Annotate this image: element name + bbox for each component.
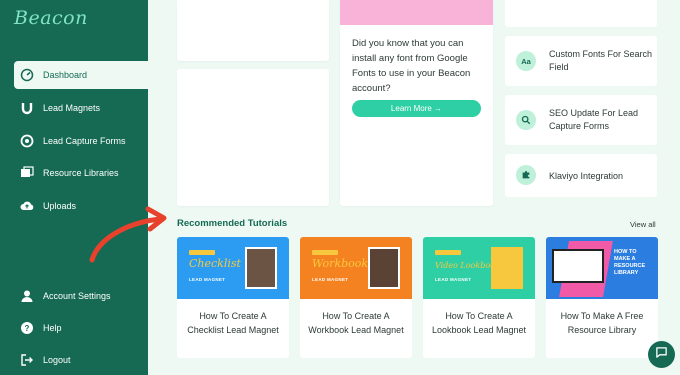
thumbnail-title: HOW TO MAKE A RESOURCE LIBRARY (614, 249, 646, 276)
chat-button[interactable] (648, 341, 675, 368)
update-card[interactable]: Klaviyo Integration (505, 154, 657, 197)
learn-more-button[interactable]: Learn More → (352, 100, 481, 117)
form-icon (20, 134, 34, 148)
chat-icon (655, 346, 668, 364)
thumbnail-monitor (552, 249, 604, 283)
tutorial-title: How To Make A Free Resource Library (560, 311, 644, 335)
sidebar-item-label: Dashboard (43, 70, 88, 80)
red-arrow-annotation (89, 206, 167, 263)
thumbnail-tag (312, 250, 338, 255)
tutorial-card[interactable]: Video Lookbook LEAD MAGNET How To Create… (423, 237, 535, 358)
thumbnail-tag (189, 250, 215, 255)
help-icon: ? (20, 321, 34, 335)
tutorial-card[interactable]: Checklist LEAD MAGNET How To Create A Ch… (177, 237, 289, 358)
tutorial-title: How To Create A Workbook Lead Magnet (308, 311, 404, 335)
tip-banner (340, 0, 493, 25)
tutorial-title: How To Create A Checklist Lead Magnet (187, 311, 279, 335)
tutorial-thumbnail: HOW TO MAKE A RESOURCE LIBRARY (546, 237, 658, 299)
svg-text:?: ? (25, 324, 30, 333)
sidebar-item-label: Logout (43, 355, 71, 365)
magnet-icon (20, 101, 34, 115)
logout-icon (20, 353, 34, 367)
sidebar-item-label: Resource Libraries (43, 168, 119, 178)
view-all-link[interactable]: View all (630, 220, 656, 229)
tip-text: Did you know that you can install any fo… (352, 38, 471, 94)
puzzle-icon (516, 165, 536, 185)
user-icon (20, 289, 34, 303)
update-label: Custom Fonts For Search Field (549, 49, 653, 72)
thumbnail-subtitle: LEAD MAGNET (435, 277, 472, 282)
sidebar-item-logout[interactable]: Logout (14, 346, 148, 374)
sidebar: Beacon Dashboard Lead Magnets Lead Captu… (0, 0, 148, 375)
update-card[interactable]: SEO Update For Lead Capture Forms (505, 95, 657, 145)
sidebar-item-label: Account Settings (43, 291, 111, 301)
thumbnail-subtitle: LEAD MAGNET (312, 277, 349, 282)
sidebar-item-lead-magnets[interactable]: Lead Magnets (14, 94, 148, 122)
app-logo[interactable]: Beacon (14, 7, 88, 29)
stat-card (177, 69, 329, 206)
stat-card (177, 0, 329, 61)
thumbnail-photo (245, 247, 277, 289)
update-card (505, 0, 657, 27)
sidebar-item-help[interactable]: ? Help (14, 314, 148, 342)
update-label: SEO Update For Lead Capture Forms (549, 108, 639, 131)
tutorial-thumbnail: Checklist LEAD MAGNET (177, 237, 289, 299)
thumbnail-title: Workbook (312, 257, 369, 270)
sidebar-item-dashboard[interactable]: Dashboard (14, 61, 148, 89)
thumbnail-photo (368, 247, 400, 289)
search-icon (516, 110, 536, 130)
thumbnail-title: Checklist (189, 257, 241, 270)
thumbnail-book (491, 247, 523, 289)
sidebar-item-lead-capture-forms[interactable]: Lead Capture Forms (14, 127, 148, 155)
thumbnail-tag (435, 250, 461, 255)
dashboard-icon (20, 68, 34, 82)
tutorial-thumbnail: Workbook LEAD MAGNET (300, 237, 412, 299)
tutorial-thumbnail: Video Lookbook LEAD MAGNET (423, 237, 535, 299)
font-icon: Aa (516, 51, 536, 71)
thumbnail-subtitle: LEAD MAGNET (189, 277, 226, 282)
update-card[interactable]: Aa Custom Fonts For Search Field (505, 36, 657, 86)
sidebar-item-resource-libraries[interactable]: Resource Libraries (14, 159, 148, 187)
sidebar-item-account-settings[interactable]: Account Settings (14, 282, 148, 310)
upload-icon (20, 199, 34, 213)
sidebar-item-label: Lead Magnets (43, 103, 101, 113)
sidebar-item-label: Lead Capture Forms (43, 136, 126, 146)
update-label: Klaviyo Integration (549, 171, 624, 181)
library-icon (20, 166, 34, 180)
tutorial-title: How To Create A Lookbook Lead Magnet (431, 311, 527, 335)
sidebar-item-label: Help (43, 323, 62, 333)
sidebar-item-label: Uploads (43, 201, 77, 211)
tutorial-card[interactable]: HOW TO MAKE A RESOURCE LIBRARY How To Ma… (546, 237, 658, 358)
tutorial-card[interactable]: Workbook LEAD MAGNET How To Create A Wor… (300, 237, 412, 358)
section-title: Recommended Tutorials (177, 218, 288, 229)
